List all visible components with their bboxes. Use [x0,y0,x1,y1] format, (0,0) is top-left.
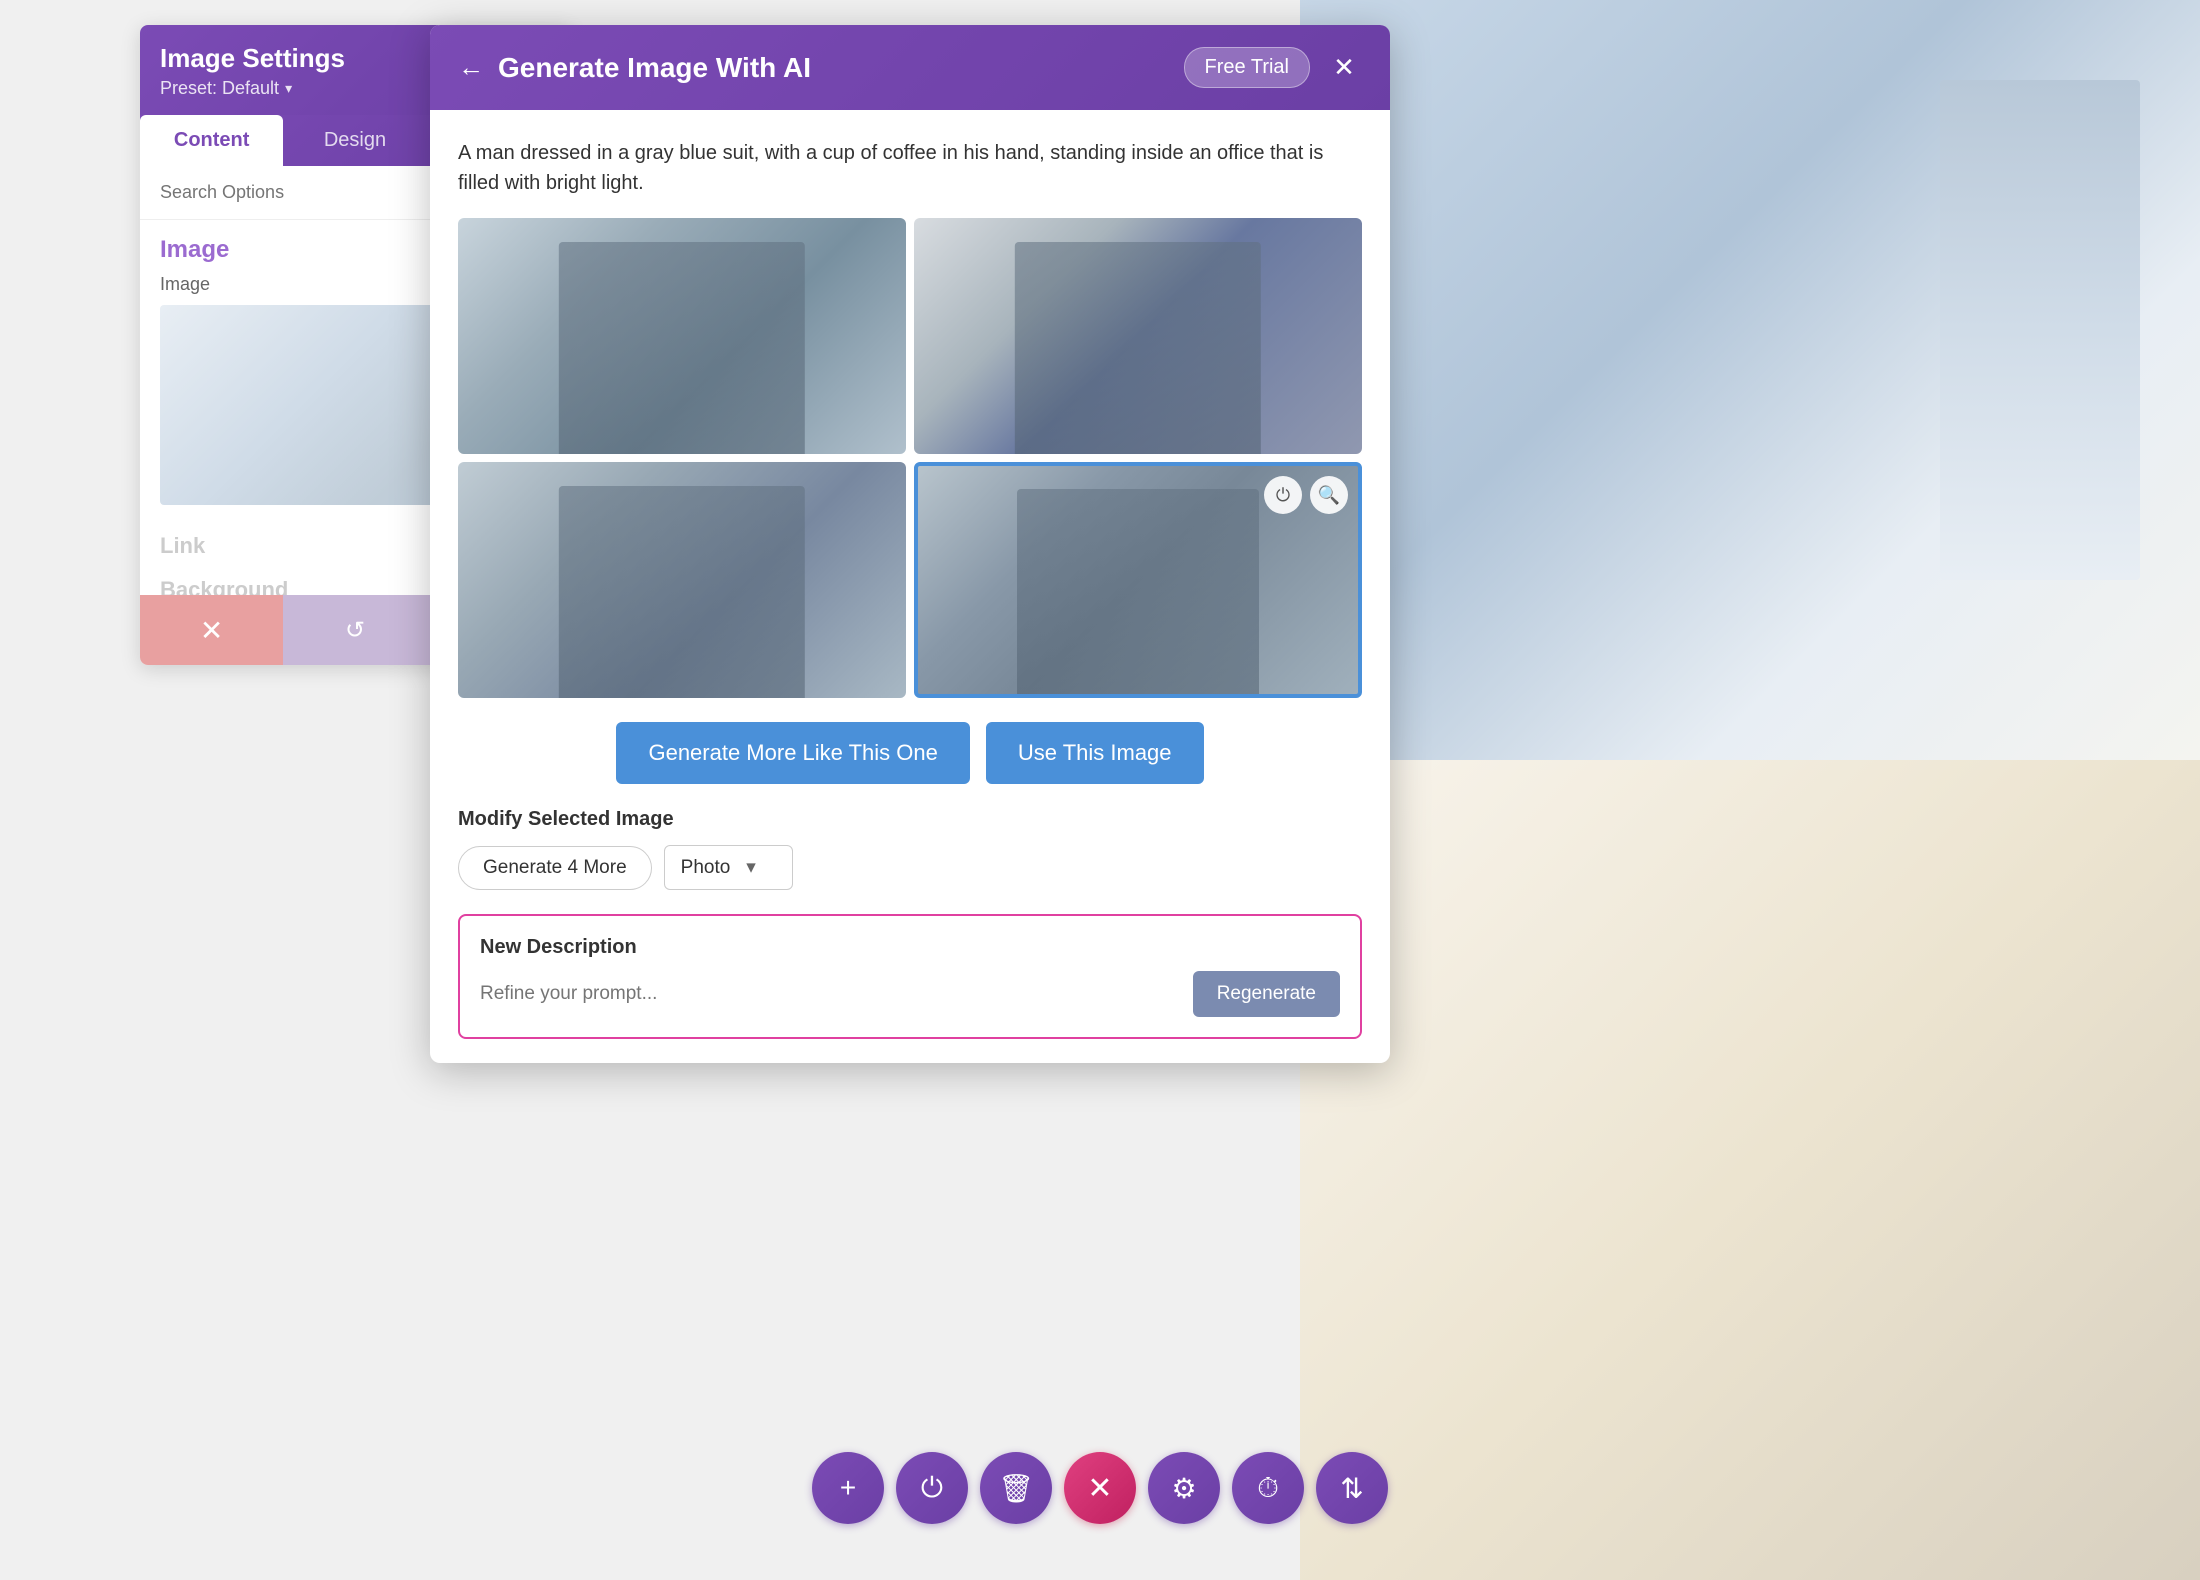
free-trial-badge[interactable]: Free Trial [1184,47,1310,88]
modal-actions: Generate More Like This One Use This Ima… [430,698,1390,804]
toolbar-settings-button[interactable]: ⚙ [1148,1452,1220,1524]
toolbar-close-button[interactable]: ✕ [1064,1452,1136,1524]
generated-image-3[interactable] [458,462,906,698]
generate-4-button[interactable]: Generate 4 More [458,846,652,890]
modal-back-button[interactable]: ← [458,52,484,83]
preview-area [1300,0,2200,1580]
bottom-toolbar: + ⏻ 🗑 ✕ ⚙ ⏱ ⇅ [812,1452,1388,1524]
generated-image-2[interactable] [914,218,1362,454]
image-overlay-icons: ⏻ 🔍 [1264,476,1348,514]
arrows-icon: ⇅ [1340,1472,1363,1505]
modal-header: ← Generate Image With AI Free Trial ✕ [430,25,1390,110]
regenerate-button[interactable]: Regenerate [1193,971,1340,1017]
modal-header-left: ← Generate Image With AI [458,52,811,84]
figure-silhouette-3 [559,486,805,698]
image-power-icon[interactable]: ⏻ [1264,476,1302,514]
new-description-label: New Description [480,936,1340,959]
toolbar-delete-button[interactable]: 🗑 [980,1452,1052,1524]
modal-header-right: Free Trial ✕ [1184,47,1362,88]
figure-silhouette-1 [559,242,805,454]
x-icon: ✕ [1087,1471,1112,1506]
toolbar-history-button[interactable]: ⏱ [1232,1452,1304,1524]
new-description-section: New Description Regenerate [458,914,1362,1039]
refine-prompt-input[interactable] [480,971,1183,1017]
modal-close-button[interactable]: ✕ [1326,50,1362,86]
tab-design[interactable]: Design [283,115,426,166]
modal-description: A man dressed in a gray blue suit, with … [430,110,1390,218]
gear-icon: ⚙ [1171,1472,1196,1505]
modify-label: Modify Selected Image [458,808,1362,831]
ai-modal: ← Generate Image With AI Free Trial ✕ A … [430,25,1390,1063]
preview-image-bottom [1300,760,2200,1580]
toolbar-add-button[interactable]: + [812,1452,884,1524]
panel-undo-button[interactable]: ↺ [283,595,426,665]
power-icon: ⏻ [921,1472,943,1505]
generated-image-1[interactable] [458,218,906,454]
close-x-icon: ✕ [200,614,223,647]
modify-controls: Generate 4 More Photo [458,845,1362,890]
modal-title: Generate Image With AI [498,52,811,84]
trash-icon: 🗑 [998,1472,1034,1505]
panel-header-text: Image Settings Preset: Default [160,43,345,99]
plus-icon: + [840,1472,856,1504]
use-image-button[interactable]: Use This Image [986,722,1204,784]
undo-icon: ↺ [345,616,365,645]
preview-image-top [1300,0,2200,760]
toolbar-power-button[interactable]: ⏻ [896,1452,968,1524]
figure-silhouette-2 [1015,242,1261,454]
panel-close-button[interactable]: ✕ [140,595,283,665]
tab-content[interactable]: Content [140,115,283,166]
new-description-input-row: Regenerate [480,971,1340,1017]
panel-preset[interactable]: Preset: Default [160,78,345,99]
generate-more-button[interactable]: Generate More Like This One [616,722,969,784]
figure-silhouette-4 [1017,489,1259,694]
panel-title: Image Settings [160,43,345,74]
images-grid: ⏻ 🔍 [430,218,1390,698]
image-zoom-icon[interactable]: 🔍 [1310,476,1348,514]
modify-section: Modify Selected Image Generate 4 More Ph… [430,804,1390,906]
photo-type-select[interactable]: Photo [664,845,793,890]
generated-image-4[interactable]: ⏻ 🔍 [914,462,1362,698]
toolbar-move-button[interactable]: ⇅ [1316,1452,1388,1524]
clock-icon: ⏱ [1257,1472,1279,1505]
